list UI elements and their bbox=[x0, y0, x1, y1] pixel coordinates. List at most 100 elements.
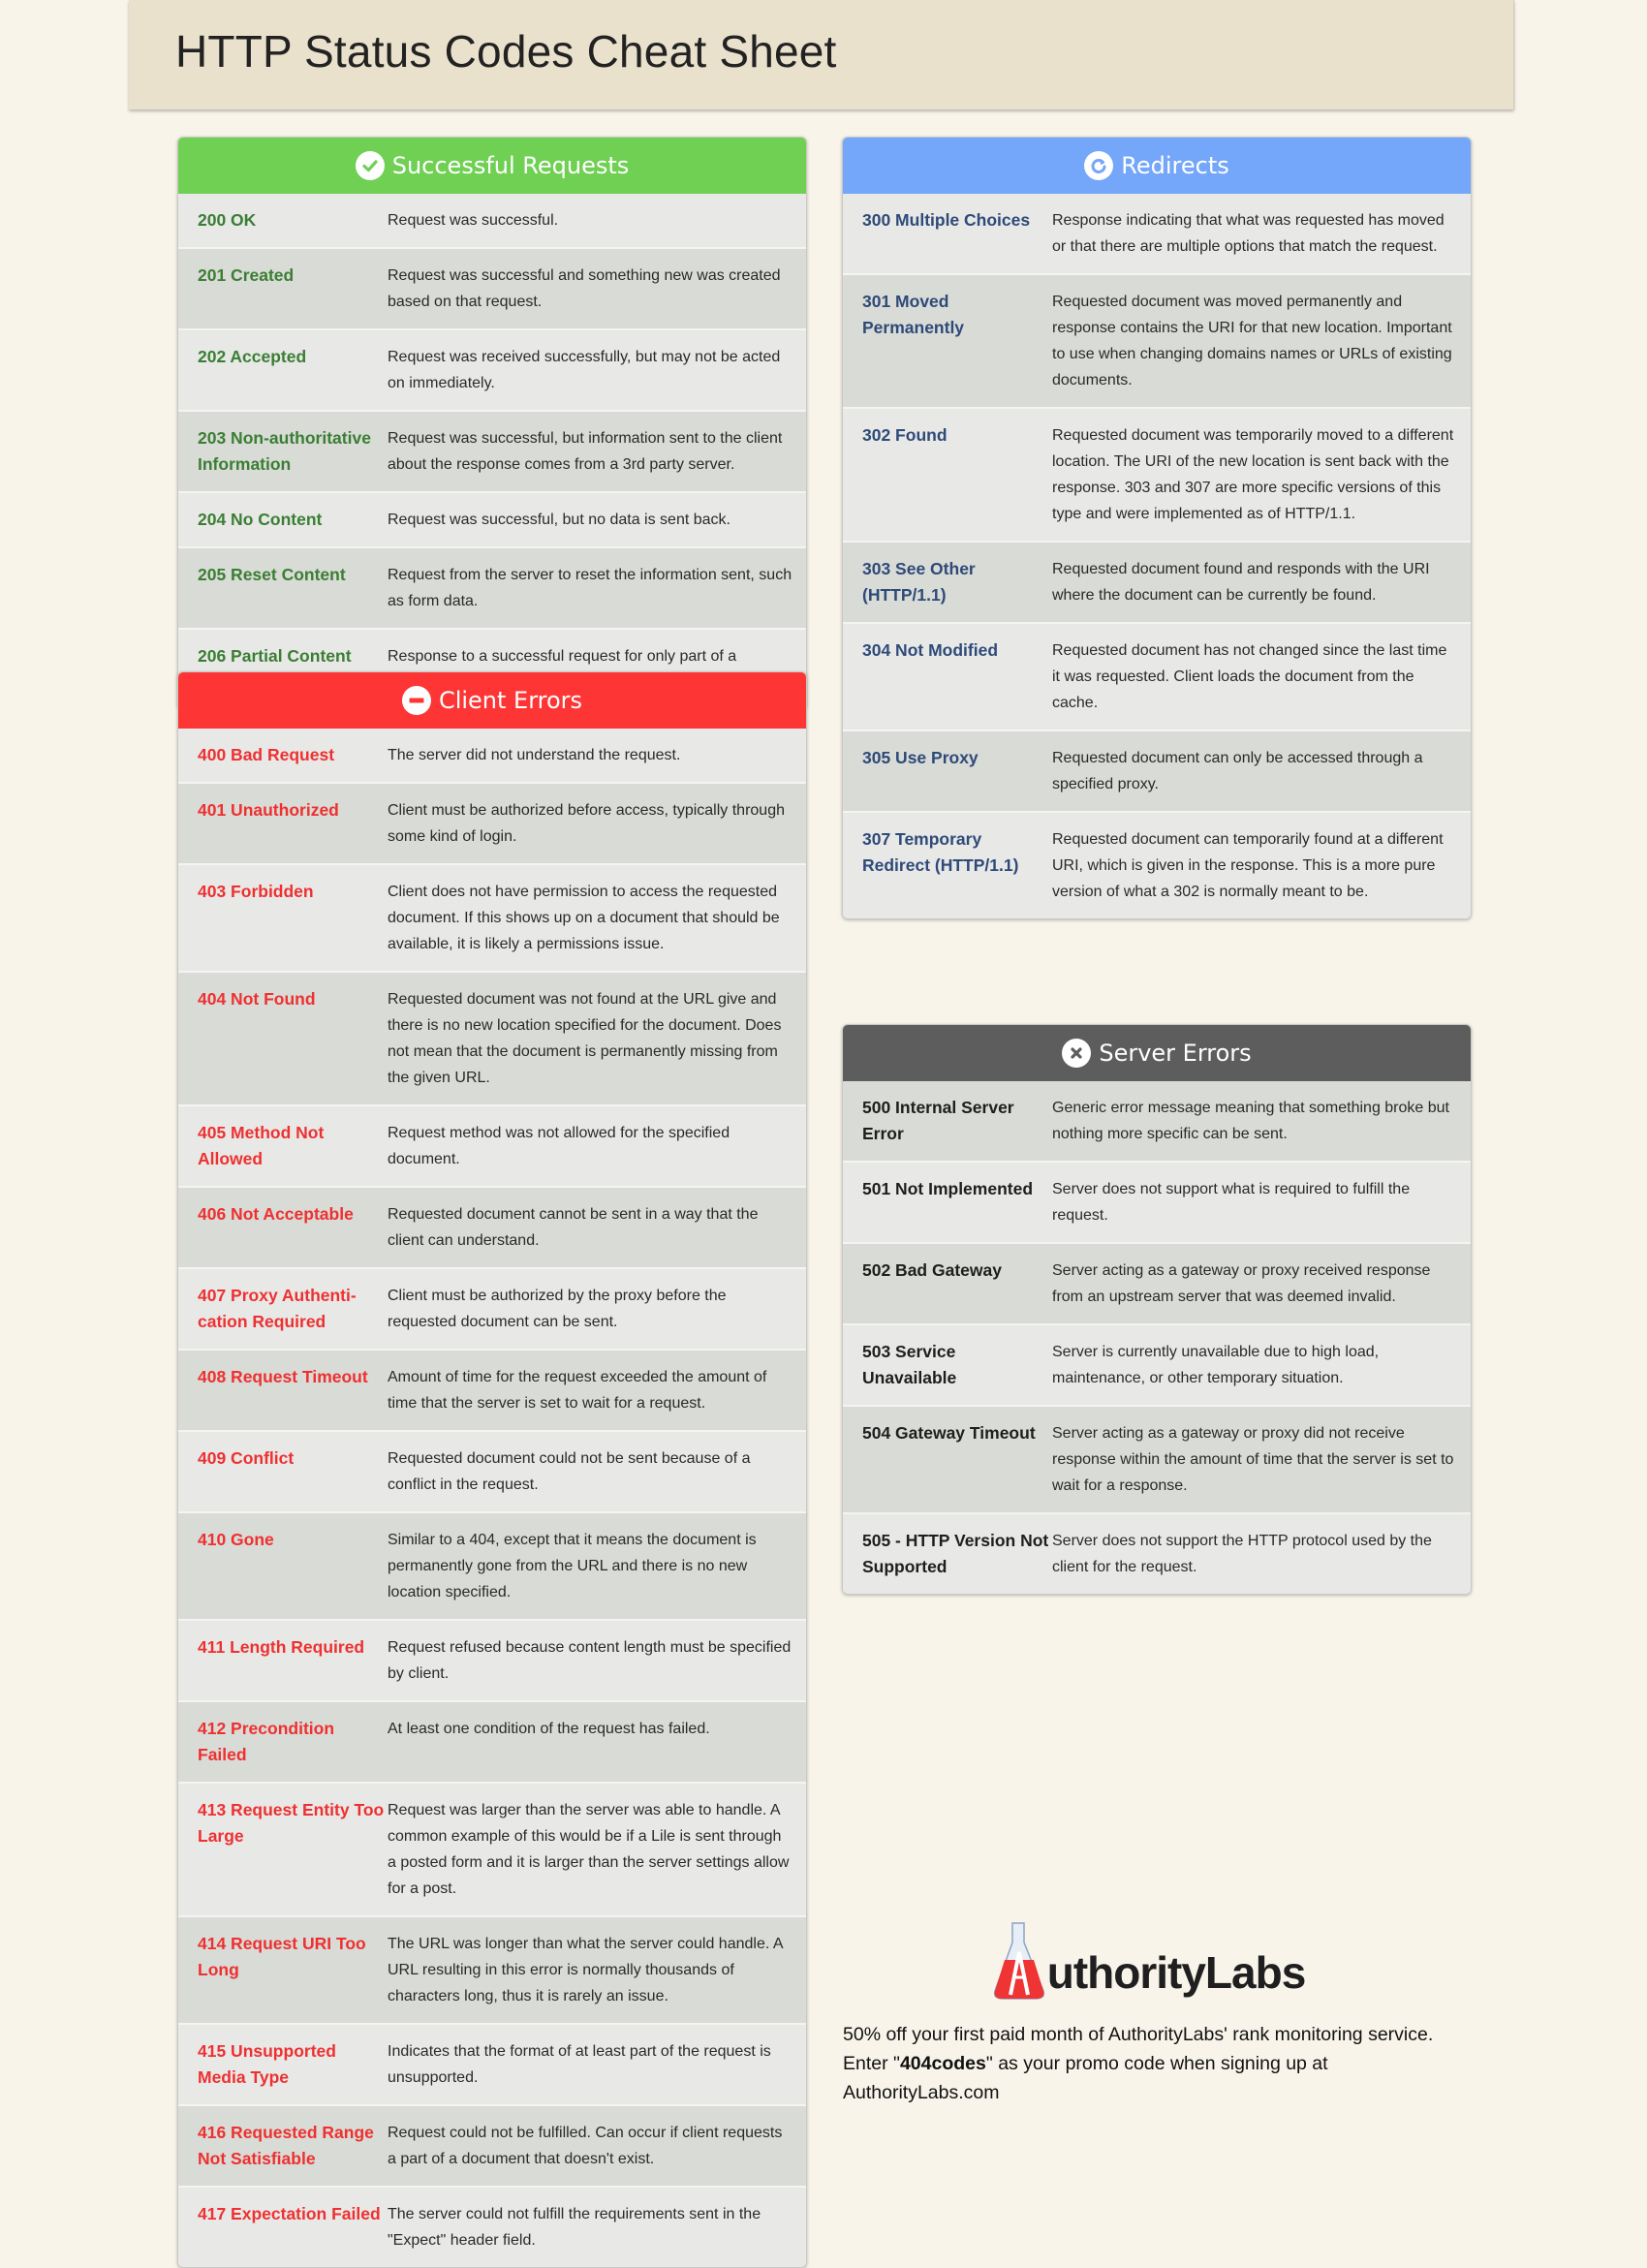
status-code: 413 Request Entity Too Large bbox=[198, 1800, 385, 1846]
status-description: Server does not support what is required… bbox=[1052, 1181, 1411, 1224]
status-description: Requested document can only be accessed … bbox=[1052, 750, 1423, 792]
status-row: 408 Request Timeout Amount of time for th… bbox=[178, 1349, 806, 1430]
status-row: 300 Multiple Choices Response indicating … bbox=[843, 194, 1471, 273]
status-row: 504 Gateway Timeout Server acting as a ga… bbox=[843, 1405, 1471, 1512]
status-row: 303 See Other (HTTP/1.1) Requested docume… bbox=[843, 541, 1471, 622]
status-row: 501 Not Implemented Server does not suppo… bbox=[843, 1161, 1471, 1242]
status-description: Request was successful. bbox=[388, 212, 559, 229]
status-row: 405 Method Not Allowed Request method was… bbox=[178, 1104, 806, 1186]
status-code: 503 Service Unavailable bbox=[862, 1342, 957, 1387]
panel-title: Successful Requests bbox=[391, 152, 630, 179]
status-row: 403 Forbidden Client does not have permis… bbox=[178, 863, 806, 971]
status-code: 505 - HTTP Version Not Supported bbox=[862, 1531, 1049, 1576]
panel-title: Client Errors bbox=[438, 687, 583, 714]
status-code: 501 Not Implemented bbox=[862, 1179, 1034, 1198]
status-code: 407 Proxy Authenti-cation Required bbox=[198, 1286, 357, 1331]
status-row: 413 Request Entity Too Large Request was … bbox=[178, 1782, 806, 1915]
promo-code: 404codes bbox=[899, 2053, 986, 2074]
panel-client-errors: Client Errors 400 Bad Request The server … bbox=[177, 671, 807, 2268]
status-description: The server did not understand the reques… bbox=[388, 747, 681, 763]
status-description: Client does not have permission to acces… bbox=[388, 884, 780, 952]
status-description: Request was received successfully, but m… bbox=[388, 349, 781, 391]
status-description: Response indicating that what was reques… bbox=[1052, 212, 1445, 255]
status-row: 416 Requested Range Not Satisfiable Reque… bbox=[178, 2104, 806, 2186]
x-circle-icon bbox=[1062, 1039, 1092, 1068]
status-code: 408 Request Timeout bbox=[198, 1367, 368, 1386]
footer-promo: uthorityLabs 50% off your first paid mon… bbox=[843, 1922, 1473, 2107]
page-title: HTTP Status Codes Cheat Sheet bbox=[175, 26, 837, 77]
status-row: 505 - HTTP Version Not Supported Server d… bbox=[843, 1512, 1471, 1594]
status-description: Server does not support the HTTP protoco… bbox=[1052, 1533, 1432, 1575]
panel-header: Redirects bbox=[843, 138, 1471, 194]
status-description: Request was successful, but information … bbox=[388, 430, 783, 473]
status-row: 302 Found Requested document was temporar… bbox=[843, 407, 1471, 541]
status-description: Request from the server to reset the inf… bbox=[388, 567, 792, 609]
status-code: 305 Use Proxy bbox=[862, 748, 979, 767]
status-code: 417 Expectation Failed bbox=[198, 2204, 381, 2223]
panel-server-errors: Server Errors 500 Internal Server Error G… bbox=[842, 1024, 1472, 1595]
status-row: 409 Conflict Requested document could not… bbox=[178, 1430, 806, 1511]
status-list: 200 OK Request was successful. 201 Created… bbox=[178, 194, 806, 709]
status-code: 200 OK bbox=[198, 210, 257, 230]
status-row: 412 Precondition Failed At least one cond… bbox=[178, 1700, 806, 1782]
authoritylabs-logo[interactable]: uthorityLabs bbox=[824, 1922, 1473, 2001]
panel-redirects: Redirects 300 Multiple Choices Response i… bbox=[842, 137, 1472, 919]
status-row: 304 Not Modified Requested document has n… bbox=[843, 622, 1471, 730]
status-description: Request could not be fulfilled. Can occu… bbox=[388, 2125, 783, 2167]
status-description: Request was successful, but no data is s… bbox=[388, 512, 730, 528]
no-entry-icon bbox=[401, 686, 431, 715]
status-row: 500 Internal Server Error Generic error m… bbox=[843, 1081, 1471, 1161]
status-row: 401 Unauthorized Client must be authorize… bbox=[178, 782, 806, 863]
panel-header: Client Errors bbox=[178, 672, 806, 729]
status-row: 301 Moved Permanently Requested document … bbox=[843, 273, 1471, 407]
status-description: Requested document could not be sent bec… bbox=[388, 1450, 751, 1493]
status-code: 300 Multiple Choices bbox=[862, 210, 1031, 230]
status-list: 500 Internal Server Error Generic error m… bbox=[843, 1081, 1471, 1594]
status-list: 400 Bad Request The server did not unders… bbox=[178, 729, 806, 2267]
title-bar: HTTP Status Codes Cheat Sheet bbox=[129, 0, 1514, 109]
status-row: 404 Not Found Requested document was not … bbox=[178, 971, 806, 1104]
status-row: 415 Unsupported Media Type Indicates that… bbox=[178, 2023, 806, 2104]
panel-title: Redirects bbox=[1121, 152, 1229, 179]
status-description: The URL was longer than what the server … bbox=[388, 1936, 783, 2004]
status-row: 407 Proxy Authenti-cation Required Client… bbox=[178, 1267, 806, 1349]
status-description: Server is currently unavailable due to h… bbox=[1052, 1344, 1380, 1386]
status-code: 307 Temporary Redirect (HTTP/1.1) bbox=[862, 829, 1019, 875]
status-row: 305 Use Proxy Requested document can only… bbox=[843, 730, 1471, 811]
status-code: 409 Conflict bbox=[198, 1448, 295, 1468]
status-description: Client must be authorized before access,… bbox=[388, 802, 785, 845]
status-list: 300 Multiple Choices Response indicating … bbox=[843, 194, 1471, 918]
status-row: 200 OK Request was successful. bbox=[178, 194, 806, 247]
status-description: Request refused because content length m… bbox=[388, 1639, 792, 1682]
status-code: 405 Method Not Allowed bbox=[198, 1123, 325, 1168]
logo-text: uthorityLabs bbox=[1046, 1947, 1307, 1998]
promo-text: 50% off your first paid month of Authori… bbox=[843, 2020, 1473, 2107]
status-row: 406 Not Acceptable Requested document can… bbox=[178, 1186, 806, 1267]
status-row: 400 Bad Request The server did not unders… bbox=[178, 729, 806, 782]
status-description: Requested document was temporarily moved… bbox=[1052, 427, 1454, 522]
check-circle-icon bbox=[355, 151, 385, 180]
status-row: 202 Accepted Request was received success… bbox=[178, 328, 806, 410]
status-description: Server acting as a gateway or proxy rece… bbox=[1052, 1262, 1431, 1305]
panel-header: Successful Requests bbox=[178, 138, 806, 194]
status-code: 415 Unsupported Media Type bbox=[198, 2041, 336, 2087]
status-description: At least one condition of the request ha… bbox=[388, 1721, 710, 1737]
panel-header: Server Errors bbox=[843, 1025, 1471, 1081]
panel-successful-requests: Successful Requests 200 OK Request was su… bbox=[177, 137, 807, 710]
status-description: Indicates that the format of at least pa… bbox=[388, 2043, 771, 2086]
refresh-icon bbox=[1084, 151, 1114, 180]
status-code: 403 Forbidden bbox=[198, 882, 314, 901]
status-description: Request method was not allowed for the s… bbox=[388, 1125, 730, 1167]
status-description: Requested document was not found at the … bbox=[388, 991, 782, 1086]
status-row: 204 No Content Request was successful, bu… bbox=[178, 491, 806, 546]
status-description: Amount of time for the request exceeded … bbox=[388, 1369, 767, 1412]
status-row: 414 Request URI Too Long The URL was long… bbox=[178, 1915, 806, 2023]
status-code: 500 Internal Server Error bbox=[862, 1098, 1014, 1143]
status-code: 203 Non-authoritative Information bbox=[198, 428, 371, 474]
status-code: 205 Reset Content bbox=[198, 565, 346, 584]
status-row: 411 Length Required Request refused becau… bbox=[178, 1619, 806, 1700]
status-description: Requested document has not changed since… bbox=[1052, 642, 1447, 711]
status-description: Requested document can temporarily found… bbox=[1052, 831, 1444, 900]
status-description: Requested document found and responds wi… bbox=[1052, 561, 1430, 604]
status-code: 416 Requested Range Not Satisfiable bbox=[198, 2123, 374, 2168]
